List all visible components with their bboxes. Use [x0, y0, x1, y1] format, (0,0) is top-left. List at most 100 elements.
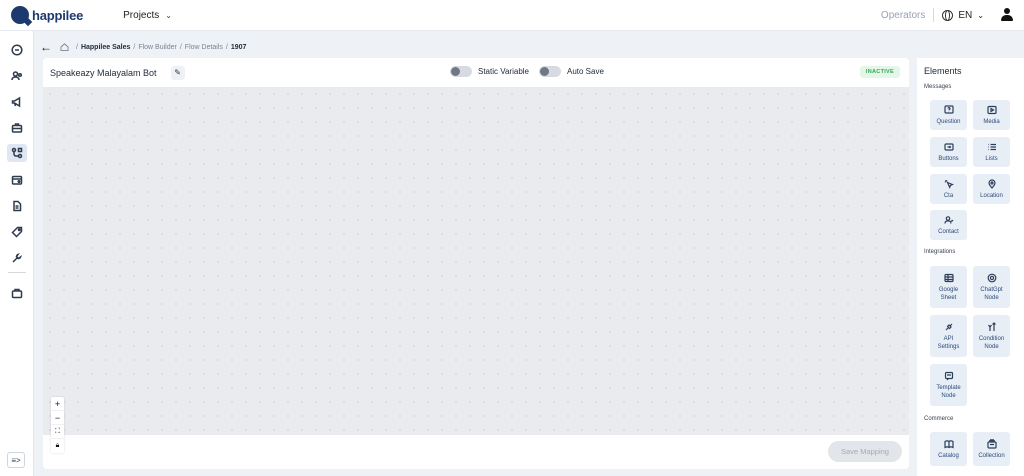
fit-view-button[interactable]: ⛶ [51, 425, 64, 439]
catalog-icon [943, 439, 954, 448]
sidebar-item-wallet[interactable] [9, 172, 25, 188]
briefcase-icon [11, 123, 23, 133]
fit-icon: ⛶ [55, 427, 60, 435]
pencil-icon: ✎ [174, 68, 181, 77]
sidebar-item-chats[interactable] [9, 42, 25, 58]
element-buttons[interactable]: Buttons [930, 137, 967, 167]
sidebar-item-tools[interactable] [9, 250, 25, 266]
lock-button[interactable]: 🔒︎ [51, 439, 64, 453]
section-messages: Messages [924, 84, 952, 90]
element-chatgpt-node[interactable]: ChatGpt Node [973, 266, 1010, 308]
list-icon [987, 143, 996, 150]
element-label: Question [936, 118, 961, 125]
static-variable-label: Static Variable [478, 67, 529, 76]
megaphone-icon [11, 96, 21, 108]
flow-canvas[interactable]: + − ⛶ 🔒︎ [43, 87, 909, 453]
plus-icon: + [54, 398, 61, 409]
language-label: EN [958, 9, 973, 21]
element-template-node[interactable]: Template Node [930, 364, 967, 406]
element-cta[interactable]: Cta [930, 174, 967, 204]
breadcrumb-current: 1907 [230, 43, 247, 51]
flow-toggles: Static Variable Auto Save [450, 66, 614, 77]
element-lists[interactable]: Lists [973, 137, 1010, 167]
logo[interactable]: happilee [11, 6, 83, 24]
question-icon [943, 104, 954, 114]
bag-icon [11, 288, 23, 299]
breadcrumb-item[interactable]: Flow Details [185, 44, 223, 51]
auto-save-toggle[interactable] [539, 66, 561, 77]
sidebar-item-reports[interactable] [9, 198, 25, 214]
element-label: Template Node [936, 384, 961, 399]
home-icon[interactable] [60, 43, 69, 51]
top-bar: happilee Projects ⌄ Operators EN ⌄ [0, 0, 1024, 31]
breadcrumb-item[interactable]: Flow Builder [138, 44, 177, 51]
element-label: Buttons [938, 155, 959, 162]
flow-icon [11, 147, 23, 159]
language-selector[interactable]: EN ⌄ [942, 9, 984, 21]
element-google-sheet[interactable]: Google Sheet [930, 266, 967, 308]
bot-name: Speakeazy Malayalam Bot [50, 67, 157, 78]
sidebar: ≡> [0, 31, 34, 476]
element-label: ChatGpt Node [980, 286, 1003, 301]
elements-title: Elements [924, 66, 962, 76]
element-label: Lists [985, 155, 998, 162]
element-condition-node[interactable]: Condition Node [973, 315, 1010, 357]
media-icon [986, 105, 997, 114]
element-catalog[interactable]: Catalog [930, 432, 967, 466]
sidebar-item-contacts[interactable] [9, 68, 25, 84]
element-question[interactable]: Question [930, 100, 967, 130]
document-icon [13, 200, 22, 212]
element-api-settings[interactable]: API Settings [930, 315, 967, 357]
sidebar-divider [8, 272, 26, 273]
sidebar-item-campaigns[interactable] [9, 94, 25, 110]
sidebar-item-commerce[interactable] [9, 285, 25, 301]
wallet-icon [11, 175, 23, 185]
sidebar-item-tags[interactable] [9, 224, 25, 240]
condition-icon [987, 321, 996, 331]
element-label: Condition Node [978, 335, 1005, 350]
status-badge: INACTIVE [859, 66, 900, 78]
back-arrow-icon[interactable]: ← [40, 41, 52, 53]
buttons-icon [943, 142, 954, 151]
operators-link[interactable]: Operators [881, 10, 925, 21]
elements-panel: Elements Messages Question Media Buttons… [917, 58, 1024, 476]
zoom-out-button[interactable]: − [51, 411, 64, 425]
element-label: API Settings [937, 335, 960, 350]
user-icon[interactable] [1000, 8, 1014, 22]
breadcrumb: ← / Happilee Sales / Flow Builder / Flow… [40, 40, 247, 54]
element-label: Catalog [938, 452, 959, 459]
api-icon [945, 323, 952, 330]
element-label: Collection [978, 452, 1005, 459]
zoom-in-button[interactable]: + [51, 397, 64, 411]
section-integrations: Integrations [924, 249, 956, 255]
top-right-controls: Operators EN ⌄ [881, 8, 1014, 22]
sidebar-collapse-button[interactable]: ≡> [7, 452, 25, 468]
element-label: Media [983, 118, 1000, 125]
sidebar-item-flows[interactable] [7, 144, 27, 162]
globe-icon [942, 9, 954, 21]
contact-icon [943, 215, 953, 224]
element-label: Cta [943, 192, 954, 199]
chevron-down-icon: ⌄ [165, 10, 172, 20]
cursor-icon [944, 179, 954, 189]
section-commerce: Commerce [924, 416, 954, 422]
edit-name-button[interactable]: ✎ [170, 65, 185, 80]
element-location[interactable]: Location [973, 174, 1010, 204]
flow-builder-panel: Speakeazy Malayalam Bot ✎ Static Variabl… [43, 58, 909, 469]
chat-icon [11, 44, 23, 56]
breadcrumb-item[interactable]: Happilee Sales [81, 44, 130, 51]
flow-header: Speakeazy Malayalam Bot ✎ Static Variabl… [43, 58, 909, 87]
element-contact[interactable]: Contact [930, 210, 967, 240]
chatgpt-icon [987, 273, 996, 282]
element-label: Google Sheet [938, 286, 959, 301]
projects-dropdown[interactable]: Projects ⌄ [123, 10, 172, 21]
divider [933, 8, 935, 22]
save-mapping-button[interactable]: Save Mapping [828, 441, 902, 462]
element-media[interactable]: Media [973, 100, 1010, 130]
static-variable-toggle[interactable] [450, 66, 472, 77]
tools-icon [12, 253, 22, 263]
element-label: Contact [938, 228, 959, 235]
sidebar-item-business[interactable] [9, 120, 25, 136]
sheet-icon [943, 273, 954, 282]
element-collection[interactable]: Collection [973, 432, 1010, 466]
